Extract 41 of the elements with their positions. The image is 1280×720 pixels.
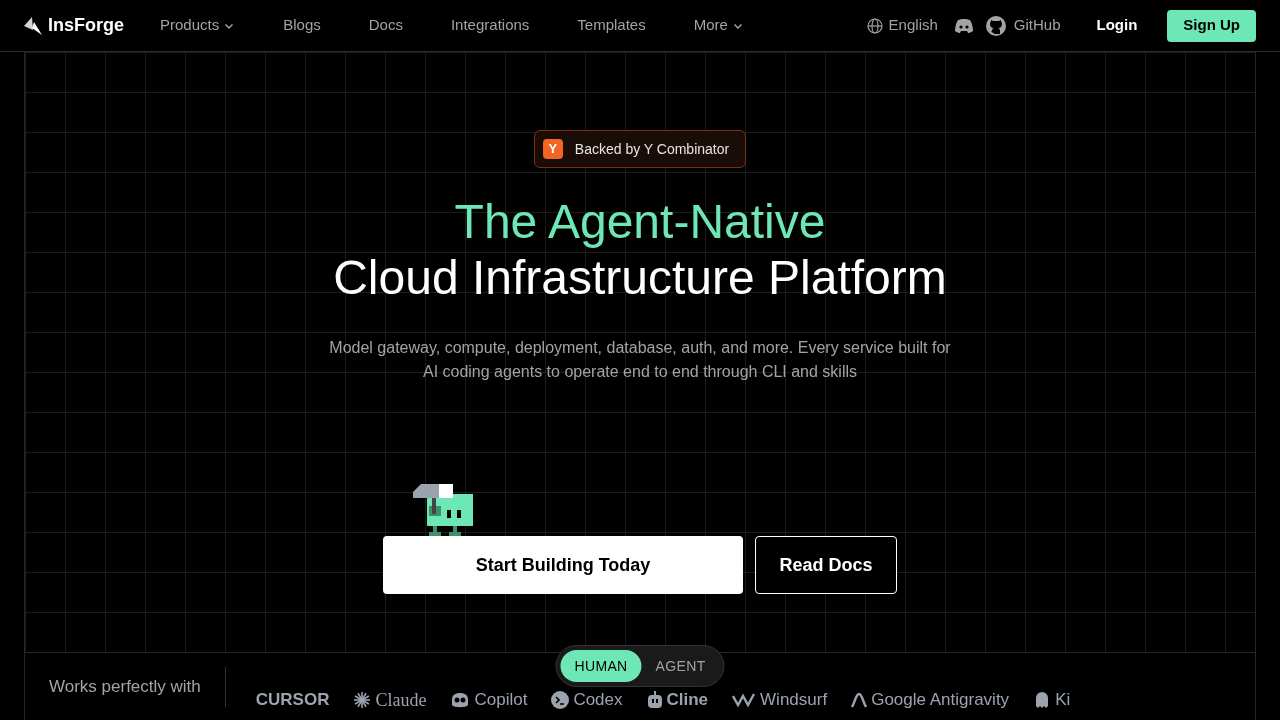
headline-accent: The Agent-Native	[454, 194, 826, 250]
partner-name: Cline	[666, 689, 709, 710]
mode-tab[interactable]: AGENT	[641, 650, 720, 682]
goggles-face-icon	[450, 690, 471, 709]
partner-name: Claude	[375, 689, 427, 710]
headline: Cloud Infrastructure Platform	[333, 250, 947, 306]
nav-link[interactable]: Templates	[577, 14, 646, 37]
read-docs-button[interactable]: Read Docs	[755, 536, 897, 594]
globe-icon	[866, 17, 883, 34]
logo-icon	[24, 16, 44, 35]
partner-name: CURSOR	[255, 689, 330, 710]
signup-button[interactable]: Sign Up	[1167, 9, 1256, 42]
pixel-robot-drawing	[413, 484, 475, 536]
github-icon	[985, 15, 1006, 36]
y-logo: Y	[542, 139, 563, 159]
prompt-circle-icon	[551, 690, 570, 709]
language-selector[interactable]: English	[866, 14, 938, 37]
login-button[interactable]: Login	[1096, 14, 1138, 37]
discord-icon[interactable]	[953, 17, 974, 34]
partner-name: Ki	[1055, 689, 1071, 710]
robot-icon	[646, 690, 663, 709]
nav-link[interactable]: Integrations	[450, 14, 530, 37]
partner-name: Copilot	[474, 689, 528, 710]
nav-link[interactable]: Products	[160, 14, 236, 37]
subtitle: Model gateway, compute, deployment, database, auth, and more. Every service built for AI coding agents to operate end to end through CLI and skills	[329, 338, 951, 382]
nav-link[interactable]: Docs	[368, 14, 403, 37]
partner-name: Google Antigravity	[871, 689, 1010, 710]
nav-link[interactable]: More	[693, 14, 744, 37]
start-building-button[interactable]: Start Building Today	[383, 536, 743, 594]
brand-name[interactable]: InsForge	[48, 12, 124, 39]
mode-tab[interactable]: HUMAN	[560, 650, 642, 682]
github-link[interactable]: GitHub	[985, 14, 1061, 37]
wave-icon	[732, 691, 757, 708]
starburst-icon	[353, 690, 372, 709]
partner-name: Windsurf	[760, 689, 828, 710]
nav-link[interactable]: Blogs	[283, 14, 321, 37]
arch-icon	[851, 691, 868, 708]
badge-text: Backed by Y Combinator	[574, 139, 731, 159]
works-with-label: Works perfectly with	[49, 675, 201, 698]
backer-badge[interactable]: Y Backed by Y Combinator	[533, 130, 747, 168]
partner-name: Codex	[573, 689, 623, 710]
